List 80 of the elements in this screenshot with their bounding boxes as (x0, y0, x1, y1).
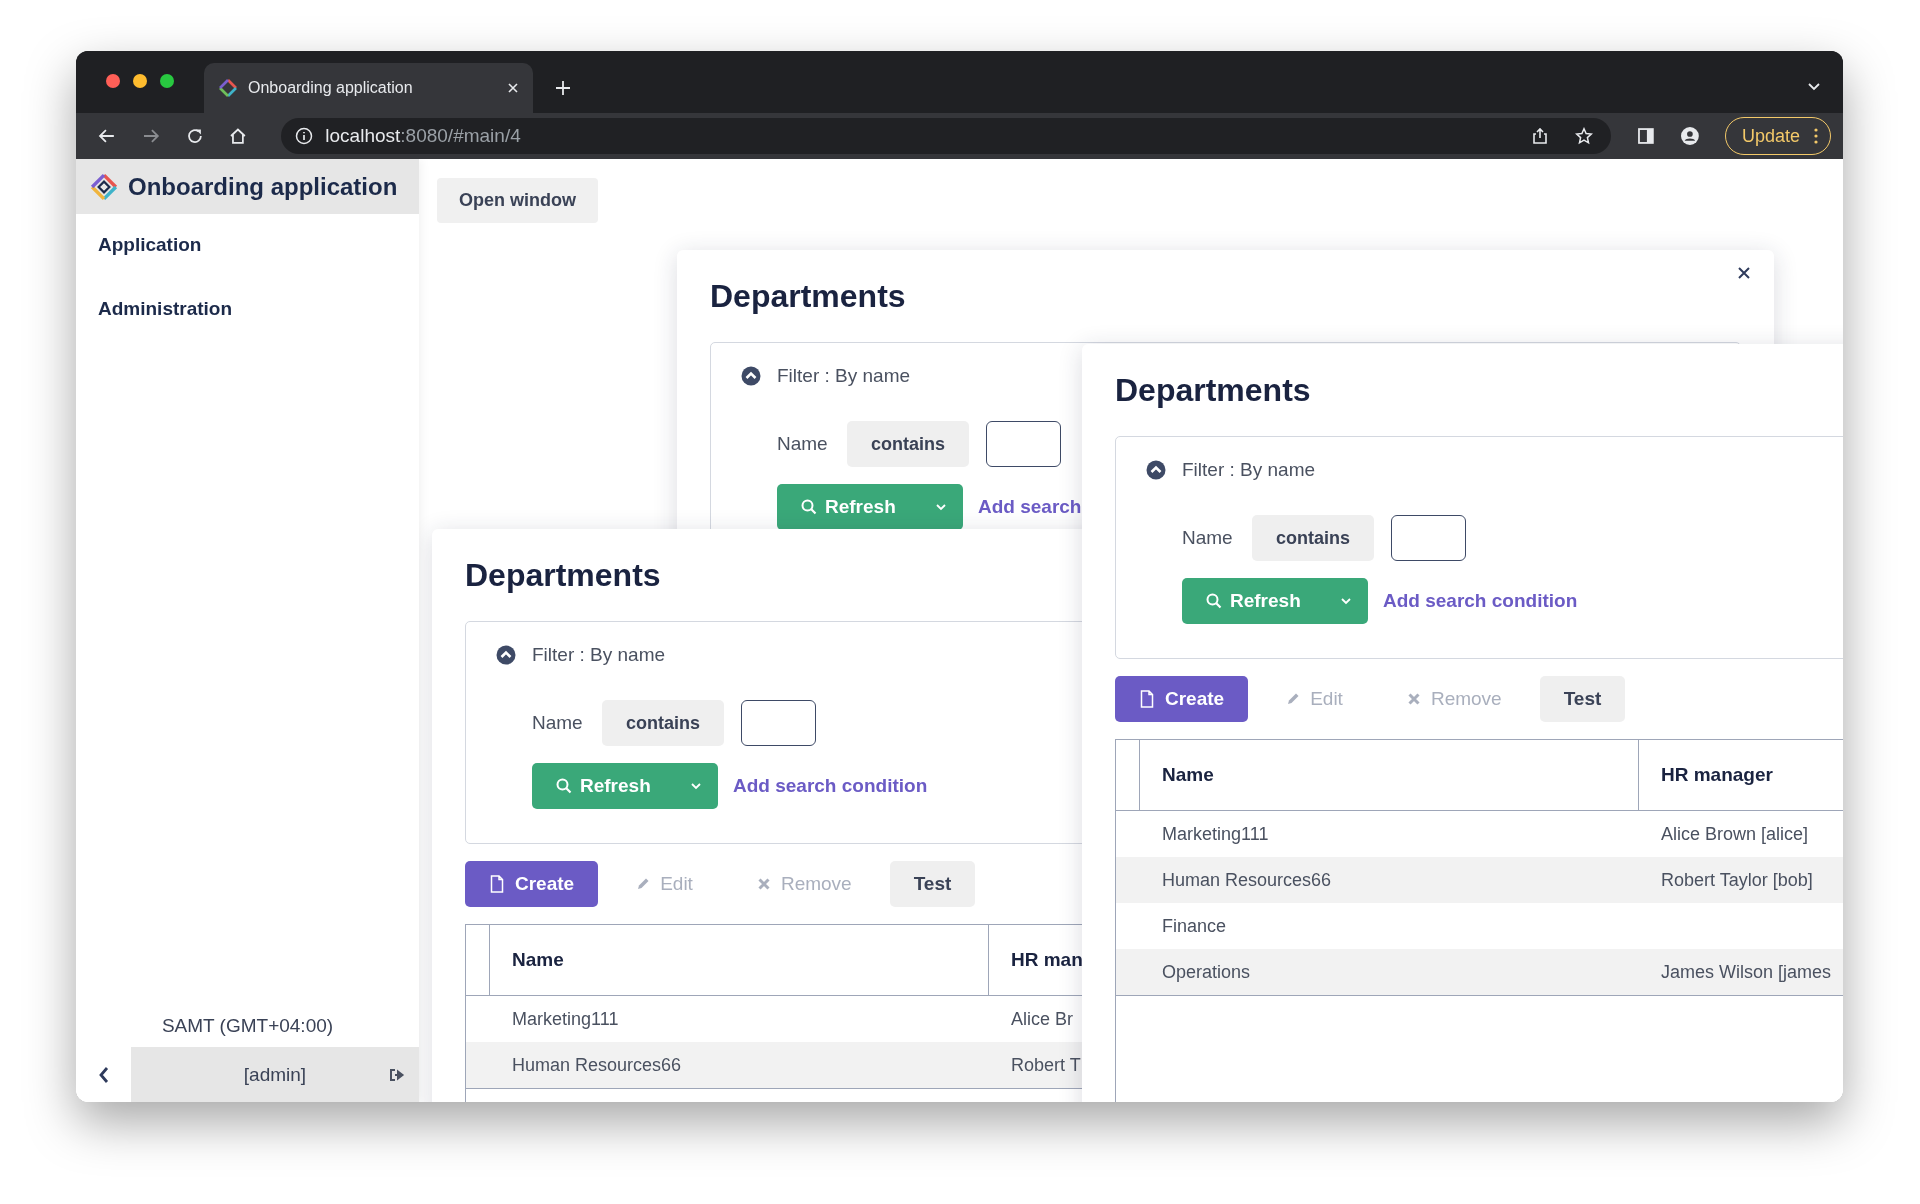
open-window-button[interactable]: Open window (437, 178, 598, 223)
operator-button[interactable]: contains (1252, 515, 1374, 561)
caret-icon (1340, 597, 1352, 605)
toolbar-button[interactable]: Create (465, 861, 599, 907)
back-icon[interactable] (98, 127, 116, 145)
table-cell: Human Resources66 (512, 1054, 682, 1076)
table-cell: James Wilson [james (1661, 961, 1832, 983)
star-icon[interactable] (1575, 127, 1594, 145)
table-cell: Marketing111 (1162, 823, 1269, 845)
more-icon (1813, 128, 1818, 144)
user-name[interactable]: [admin] (243, 1063, 307, 1086)
collapse-icon[interactable] (741, 366, 761, 386)
chevron-left-icon (97, 1065, 110, 1084)
logo-icon (90, 172, 118, 201)
table-cell: Robert Taylor [bob] (1661, 869, 1813, 891)
table-cell: Alice Brown [alice] (1661, 823, 1809, 845)
cross-icon (1406, 692, 1421, 706)
column-header[interactable]: HR manager (1661, 764, 1773, 786)
filter-label: Filter : By name (532, 644, 666, 666)
file-icon (1139, 690, 1155, 708)
toolbar-button[interactable]: Create (1115, 676, 1249, 722)
table-cell: Operations (1162, 961, 1251, 983)
chevron-down-icon[interactable] (1807, 82, 1821, 92)
dialog-title: Departments (465, 556, 661, 594)
share-icon[interactable] (1531, 127, 1550, 145)
app-title: Onboarding application (128, 172, 398, 201)
collapse-icon[interactable] (1146, 460, 1166, 480)
browser-tab[interactable]: Onboarding application (204, 63, 533, 113)
pencil-icon (636, 877, 651, 891)
table-cell: Finance (1162, 915, 1227, 937)
timezone-label: SAMT (GMT+04:00) (161, 1015, 334, 1038)
maximize-window-icon[interactable] (160, 74, 174, 88)
condition-label: Name (777, 433, 829, 455)
side-panel-icon[interactable] (1637, 127, 1656, 145)
logo-icon (218, 78, 238, 98)
file-icon (489, 875, 505, 893)
caret-icon (690, 782, 702, 790)
home-icon[interactable] (229, 127, 248, 145)
profile-icon[interactable] (1681, 127, 1699, 145)
add-condition-link[interactable]: Add search (978, 496, 1082, 518)
close-icon[interactable] (1737, 266, 1751, 280)
dialog-title: Departments (710, 277, 906, 315)
reload-icon[interactable] (185, 127, 204, 145)
toolbar-button[interactable]: Test (1539, 676, 1626, 722)
toolbar-button[interactable]: Test (889, 861, 976, 907)
close-window-icon[interactable] (106, 74, 120, 88)
add-condition-link[interactable]: Add search condition (1383, 590, 1578, 612)
filter-label: Filter : By name (1182, 459, 1316, 481)
logout-icon[interactable] (389, 1068, 405, 1082)
column-header[interactable]: Name (1162, 764, 1214, 786)
filter-label: Filter : By name (777, 365, 911, 387)
menu-item[interactable]: Administration (98, 298, 233, 320)
column-header[interactable]: Name (512, 949, 564, 971)
table-cell: Alice Br (1011, 1008, 1073, 1030)
collapse-icon[interactable] (496, 645, 516, 665)
condition-label: Name (1182, 527, 1234, 549)
operator-button[interactable]: contains (847, 421, 969, 467)
dialog-title: Departments (1115, 371, 1311, 409)
operator-button[interactable]: contains (602, 700, 724, 746)
condition-label: Name (532, 712, 584, 734)
cross-icon (756, 877, 771, 891)
table-cell: Human Resources66 (1162, 869, 1332, 891)
input-field[interactable] (1391, 515, 1466, 561)
menu-item[interactable]: Application (98, 234, 202, 256)
input-field[interactable] (741, 700, 816, 746)
column-header[interactable]: HR man (1011, 949, 1083, 971)
input-field[interactable] (986, 421, 1061, 467)
table-cell: Marketing111 (512, 1008, 619, 1030)
pencil-icon (1286, 692, 1301, 706)
caret-icon (935, 503, 947, 511)
table-cell: Robert T (1011, 1054, 1081, 1076)
new-tab-icon[interactable] (555, 80, 571, 96)
search-icon (1206, 592, 1222, 610)
minimize-window-icon[interactable] (133, 74, 147, 88)
address-bar[interactable]: localhost:8080/#main/4 (281, 118, 1612, 154)
info-icon (295, 127, 314, 145)
forward-icon[interactable] (141, 127, 160, 145)
search-icon (801, 498, 817, 516)
search-icon (556, 777, 572, 795)
add-condition-link[interactable]: Add search condition (733, 775, 928, 797)
